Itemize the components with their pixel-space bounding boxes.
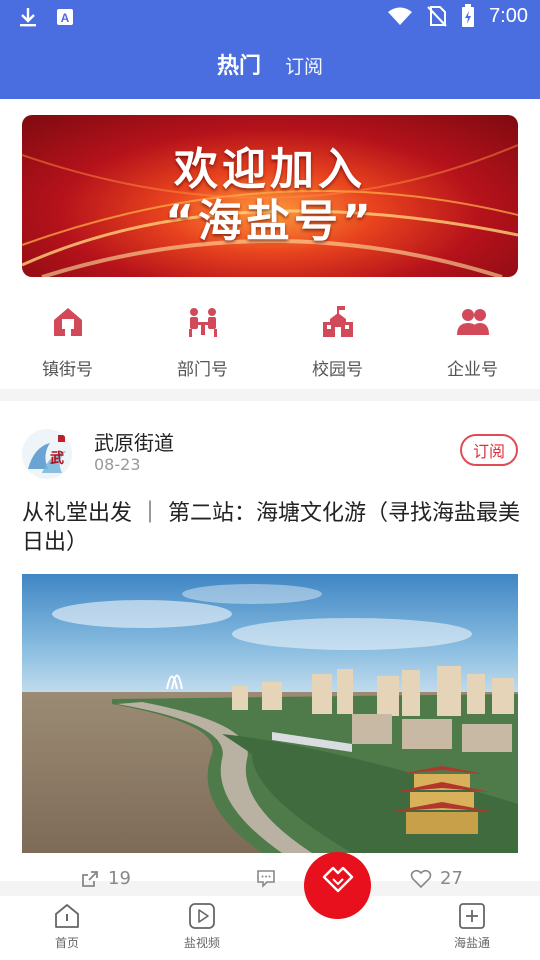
comment-action[interactable] [256,868,276,888]
app-header: A 7:00 热门 订阅 [0,0,540,99]
subscribe-button[interactable]: 订阅 [460,434,518,466]
status-bar: A 7:00 [0,0,540,36]
category-school[interactable]: 校园号 [270,293,405,389]
play-icon [189,903,215,929]
wifi-icon [388,7,413,25]
post-title[interactable]: 从礼堂出发 ｜ 第二站：海塘文化游（寻找海盐最美日出） [22,499,522,557]
share-count: 19 [108,868,131,889]
nav-haiyan-label: 海盐号 [319,927,356,941]
nav-video[interactable]: 盐视频 [162,902,242,951]
nav-tong[interactable]: 海盐通 [432,902,512,951]
category-enterprise-label: 企业号 [447,360,498,380]
bottom-nav: 首页 盐视频 海盐通 [0,896,540,960]
category-department[interactable]: 部门号 [135,293,270,389]
no-sim-icon [427,6,447,27]
category-row: 镇街号 部门号 校园号 企业号 [0,293,540,389]
status-time: 7:00 [489,4,528,27]
nav-video-label: 盐视频 [183,936,220,950]
promo-banner[interactable]: 欢迎加入 “海盐号” [22,115,518,277]
banner-line2: “海盐号” [165,196,375,247]
heart-icon [410,869,432,888]
avatar-logo: 武 [28,435,66,473]
handshake-icon [322,866,353,892]
tab-hot[interactable]: 热门 [217,48,261,80]
house-icon [53,308,82,336]
svg-text:武: 武 [50,450,64,467]
post-card[interactable]: 武 武原街道 08-23 订阅 从礼堂出发 ｜ 第二站：海塘文化游（寻找海盐最美… [0,401,540,881]
author-avatar[interactable]: 武 [22,429,72,479]
category-town-label: 镇街号 [42,360,93,380]
category-school-label: 校园号 [312,360,363,380]
post-date: 08-23 [94,455,141,474]
category-department-label: 部门号 [177,360,228,380]
share-action[interactable]: 19 [80,868,131,889]
comment-icon [257,870,275,888]
like-count: 27 [440,868,463,889]
post-image[interactable] [22,574,518,853]
top-tabs: 热门 订阅 [0,48,540,80]
author-name[interactable]: 武原街道 [94,427,174,456]
plus-box-icon [459,903,485,929]
download-icon [20,8,36,27]
category-enterprise[interactable]: 企业号 [405,293,540,389]
home-icon [55,904,79,928]
tab-subscribe[interactable]: 订阅 [285,52,323,79]
like-action[interactable]: 27 [410,868,463,889]
battery-icon [462,4,475,27]
banner-line1: 欢迎加入 [174,144,366,195]
nav-haiyan-button[interactable] [304,852,371,919]
post-actions: 19 27 [0,868,540,896]
category-town[interactable]: 镇街号 [0,293,135,389]
accessibility-a-icon: A [57,9,73,25]
banner-section: 欢迎加入 “海盐号” [0,99,540,293]
nav-tong-label: 海盐通 [453,936,490,950]
svg-text:A: A [61,11,70,25]
people-icon [456,309,489,335]
share-icon [82,870,98,887]
nav-home[interactable]: 首页 [27,902,107,951]
nav-home-label: 首页 [54,936,79,950]
school-icon [322,306,353,337]
meeting-icon [188,308,217,337]
